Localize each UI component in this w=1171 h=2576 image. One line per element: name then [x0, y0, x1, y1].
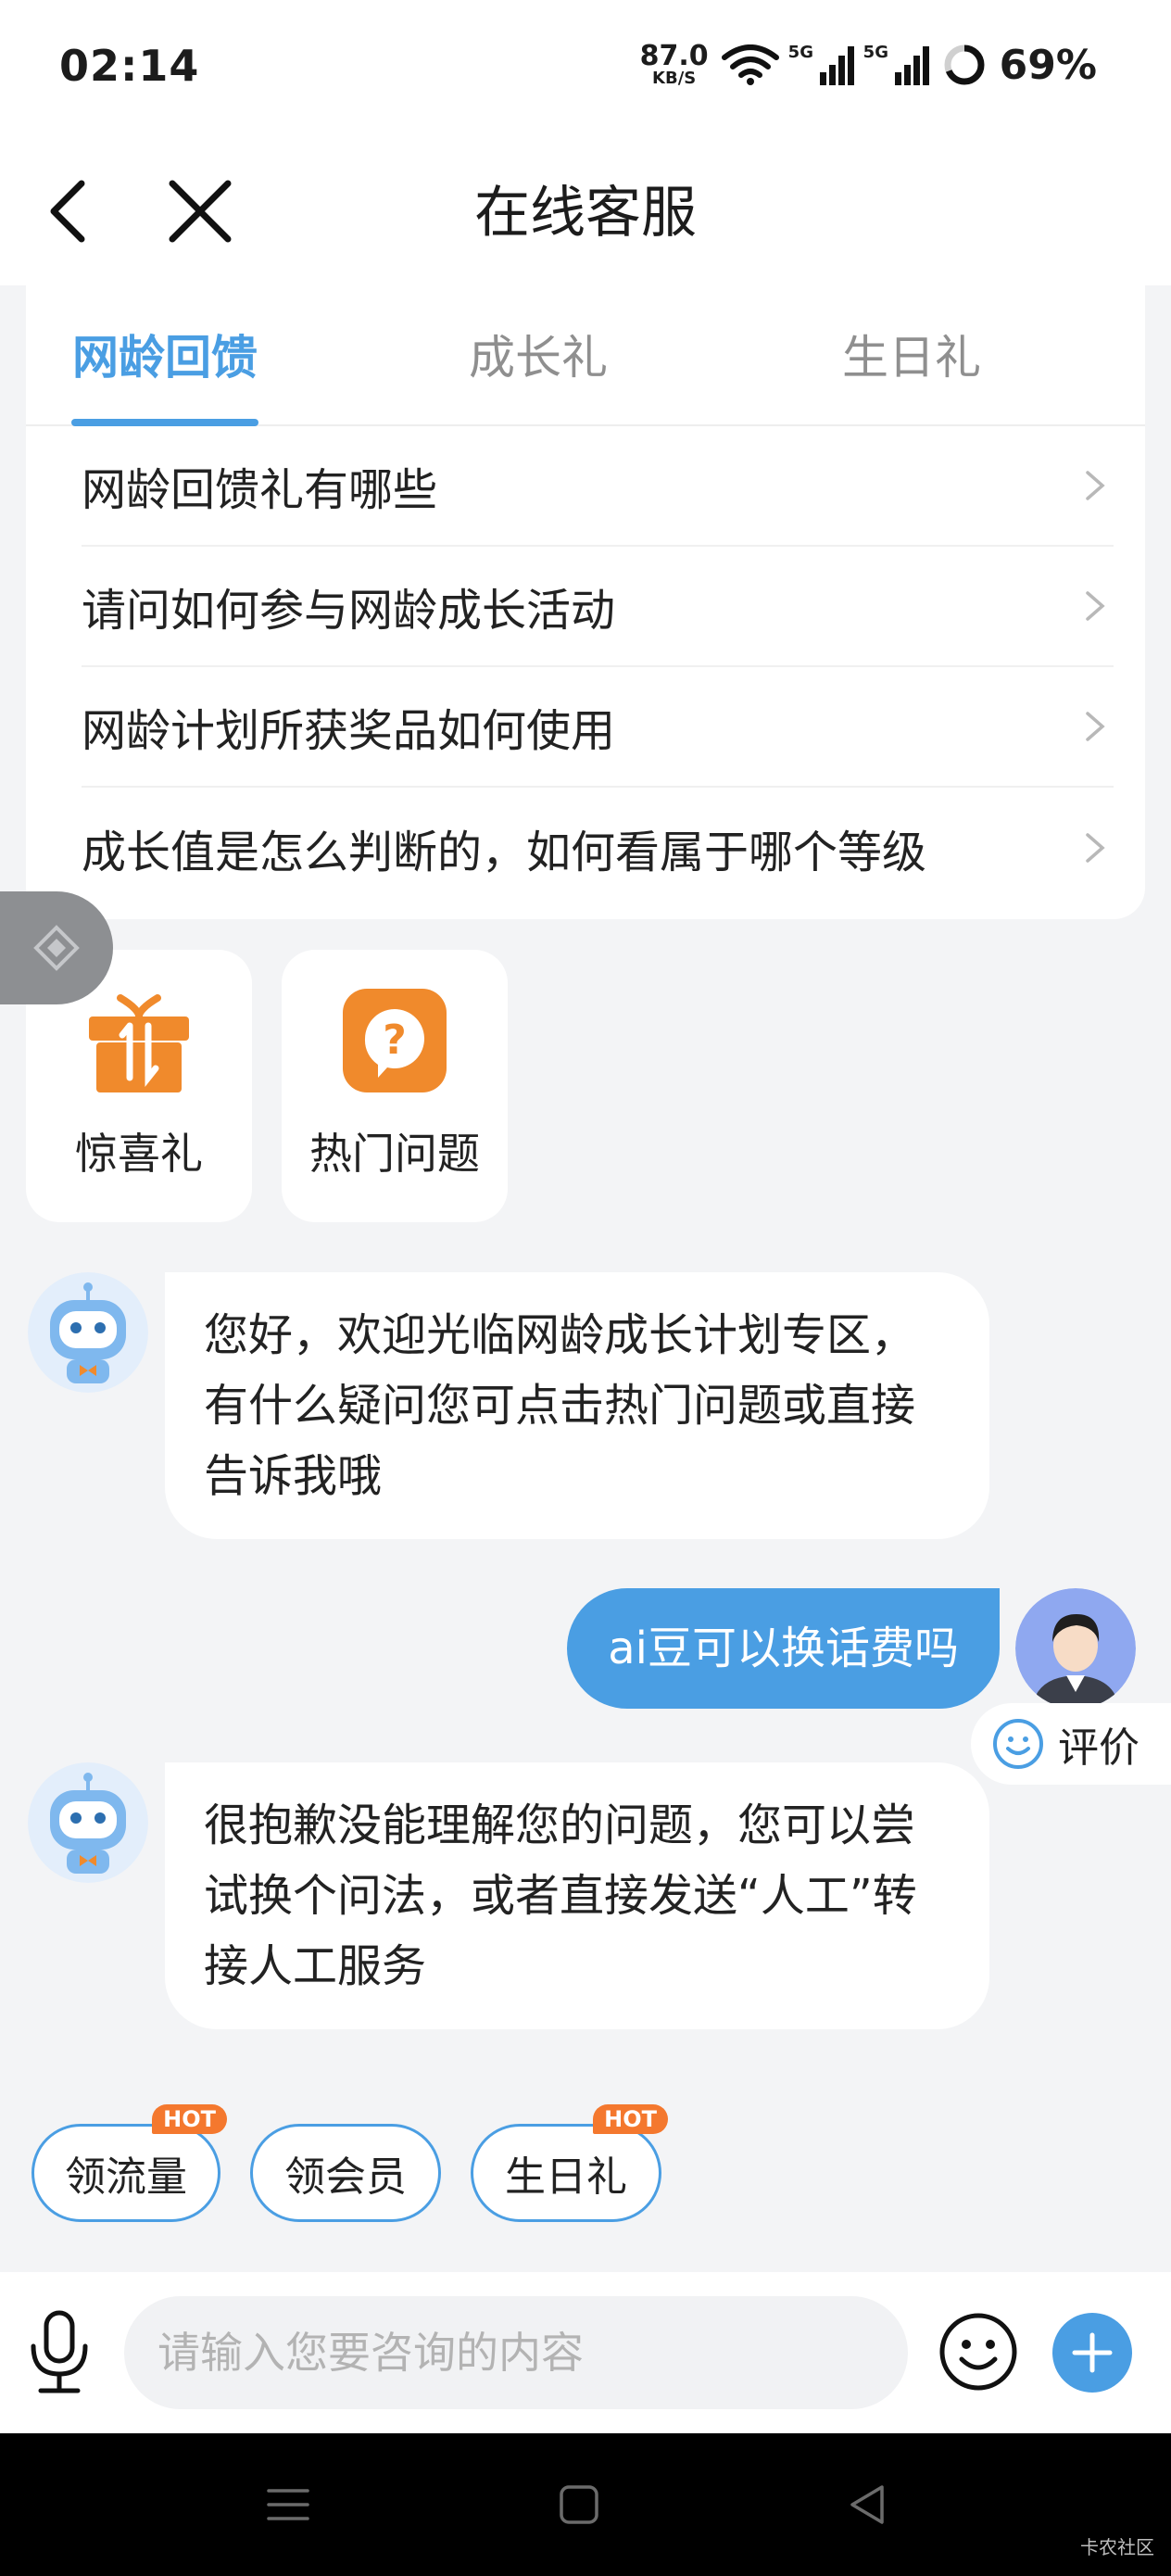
bot-message: 您好，欢迎光临网龄成长计划专区，有什么疑问您可点击热门问题或直接告诉我哦: [165, 1272, 989, 1539]
rate-button[interactable]: 评价: [971, 1703, 1171, 1785]
system-nav-bar: 卡农社区: [0, 2433, 1171, 2576]
chevron-right-icon: [1086, 471, 1105, 500]
microphone-icon[interactable]: [28, 2309, 91, 2396]
faq-item[interactable]: 网龄回馈礼有哪些: [82, 426, 1114, 547]
back-icon[interactable]: [845, 2481, 891, 2528]
status-indicators: 87.0 KB/S 5G 5G 69%: [640, 37, 1097, 93]
plus-icon: [1072, 2332, 1113, 2373]
hot-badge: HOT: [152, 2104, 227, 2134]
quick-entry-label: 惊喜礼: [75, 1129, 203, 1179]
faq-item-text: 网龄回馈礼有哪些: [82, 464, 438, 516]
chip-label: 领流量: [65, 2153, 187, 2201]
tab-network-age-reward[interactable]: 网龄回馈: [26, 321, 304, 387]
emoji-icon[interactable]: [938, 2311, 1019, 2393]
smile-icon: [993, 1719, 1043, 1769]
tab-growth-gift[interactable]: 成长礼: [399, 321, 677, 387]
network-speed-value: 87.0: [639, 40, 709, 72]
network-speed-unit: KB/S: [652, 69, 697, 88]
tab-birthday-gift[interactable]: 生日礼: [773, 321, 1051, 387]
user-avatar: [1015, 1588, 1136, 1709]
quick-entry-hot-questions[interactable]: ? 热门问题: [282, 950, 508, 1222]
more-actions-button[interactable]: [1052, 2313, 1132, 2393]
battery-ring-icon: [944, 44, 985, 85]
bot-message: 很抱歉没能理解您的问题，您可以尝试换个问法，或者直接发送“人工”转接人工服务: [165, 1762, 989, 2029]
signal-1-icon: 5G: [788, 43, 854, 85]
question-bubble-icon: ?: [343, 989, 447, 1092]
bot-avatar: [28, 1272, 148, 1393]
faq-item[interactable]: 请问如何参与网龄成长活动: [82, 547, 1114, 667]
faq-item-text: 请问如何参与网龄成长活动: [82, 585, 616, 637]
faq-item-text: 成长值是怎么判断的，如何看属于哪个等级: [82, 827, 927, 878]
home-icon[interactable]: [556, 2481, 602, 2528]
chevron-right-icon: [1086, 833, 1105, 863]
menu-icon[interactable]: [265, 2481, 311, 2528]
faq-card: 网龄回馈 成长礼 生日礼 网龄回馈礼有哪些 请问如何参与网龄成长活动 网龄计划所…: [26, 285, 1145, 919]
user-message: ai豆可以换话费吗: [567, 1588, 1000, 1709]
chevron-right-icon: [1086, 712, 1105, 741]
battery-percent: 69%: [999, 41, 1097, 89]
chip-get-data[interactable]: 领流量 HOT: [31, 2104, 227, 2222]
floating-assist-button[interactable]: [0, 891, 113, 1004]
active-tab-indicator: [71, 419, 258, 426]
status-bar: 02:14 87.0 KB/S 5G 5G 69%: [0, 0, 1171, 139]
svg-text:?: ?: [383, 1017, 407, 1064]
quick-entry-label: 热门问题: [309, 1129, 480, 1179]
faq-tabs: 网龄回馈 成长礼 生日礼: [26, 285, 1145, 426]
network-speed: 87.0 KB/S: [640, 43, 709, 87]
chip-get-membership[interactable]: 领会员: [250, 2124, 441, 2222]
chevron-right-icon: [1086, 591, 1105, 621]
nav-bar: 在线客服: [0, 139, 1171, 285]
faq-item-text: 网龄计划所获奖品如何使用: [82, 705, 616, 757]
input-bar: [0, 2272, 1171, 2433]
bot-avatar: [28, 1762, 148, 1883]
chip-label: 领会员: [284, 2153, 407, 2201]
hot-badge: HOT: [593, 2104, 668, 2134]
rate-button-label: 评价: [1058, 1724, 1140, 1772]
page-title: 在线客服: [474, 181, 697, 246]
wifi-icon: [721, 44, 779, 85]
diamond-icon: [33, 925, 80, 971]
chip-label: 生日礼: [505, 2153, 627, 2201]
signal-2-icon: 5G: [863, 43, 929, 85]
gift-icon: [89, 994, 189, 1092]
status-time: 02:14: [59, 41, 200, 91]
faq-item[interactable]: 成长值是怎么判断的，如何看属于哪个等级: [82, 788, 1114, 908]
message-input[interactable]: [124, 2296, 908, 2409]
faq-item[interactable]: 网龄计划所获奖品如何使用: [82, 667, 1114, 788]
chip-birthday-gift[interactable]: 生日礼 HOT: [471, 2104, 668, 2222]
watermark: 卡农社区: [1080, 2536, 1154, 2558]
